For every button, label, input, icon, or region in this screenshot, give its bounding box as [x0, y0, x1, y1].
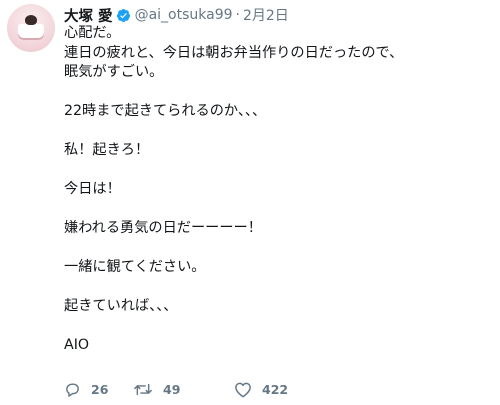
tweet-line: 心配だ。: [64, 25, 121, 41]
reply-button[interactable]: 26: [64, 379, 108, 399]
tweet-line: [64, 83, 489, 103]
reply-icon: [64, 381, 81, 398]
tweet-line: [64, 278, 489, 298]
tweet-line: [64, 200, 489, 220]
tweet-line: 22時まで起きてられるのか、、、: [64, 103, 267, 119]
tweet-line: [64, 161, 489, 181]
tweet-line: [64, 122, 489, 142]
tweet-line: 嫌われる勇気の日だーーーー！: [64, 220, 262, 236]
tweet-line: [64, 239, 489, 259]
avatar-topping-graphic: [25, 15, 37, 25]
like-button[interactable]: 422: [234, 379, 288, 399]
tweet-line: 起きていれば、、、: [64, 298, 178, 314]
tweet-header: 大塚 愛 @ai_otsuka99 · 2月2日: [64, 5, 289, 25]
heart-icon: [234, 381, 252, 398]
tweet-line: AIO: [64, 337, 90, 353]
display-name[interactable]: 大塚 愛: [64, 5, 113, 26]
like-count: 422: [262, 381, 289, 397]
tweet-line: [64, 317, 489, 337]
tweet-line: 眠気がすごい。: [64, 64, 164, 80]
tweet-card[interactable]: 大塚 愛 @ai_otsuka99 · 2月2日 心配だ。 連日の疲れと、今日は…: [0, 0, 500, 405]
tweet-line: 連日の疲れと、今日は朝お弁当作りの日だったので、: [64, 44, 404, 61]
tweet-text: 心配だ。 連日の疲れと、今日は朝お弁当作りの日だったので、 眠気がすごい。 22…: [64, 24, 489, 356]
avatar[interactable]: [7, 4, 55, 52]
retweet-icon: [133, 381, 153, 398]
tweet-line: 一緒に観てください。: [64, 259, 206, 275]
user-handle[interactable]: @ai_otsuka99: [135, 7, 233, 23]
verified-badge-icon: [116, 8, 131, 23]
tweet-actions: 26 49 422: [64, 379, 484, 399]
avatar-cake-graphic: [18, 24, 44, 38]
header-separator: ·: [235, 7, 240, 23]
retweet-button[interactable]: 49: [133, 379, 180, 399]
tweet-date[interactable]: 2月2日: [243, 5, 289, 25]
tweet-line: 私！起きろ！: [64, 142, 150, 158]
tweet-line: 今日は！: [64, 181, 121, 197]
reply-count: 26: [91, 381, 109, 397]
retweet-count: 49: [163, 381, 181, 397]
